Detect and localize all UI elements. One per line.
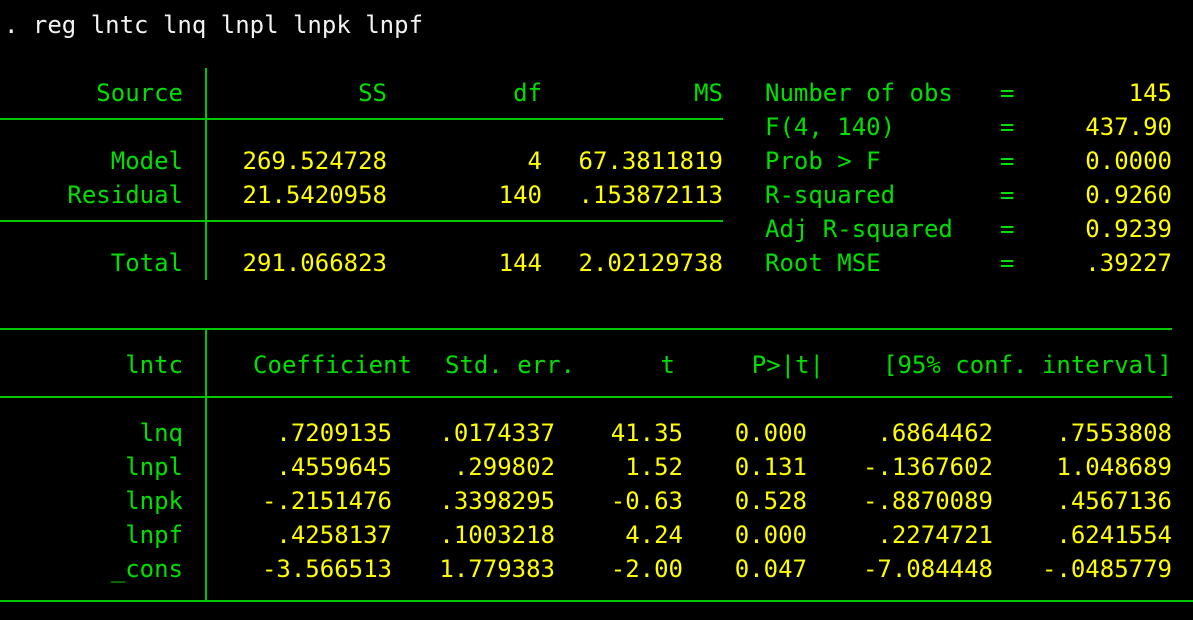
coef-row-ci-high: .4567136 — [1056, 487, 1172, 515]
anova-row-ms-residual: .153872113 — [578, 181, 724, 209]
stat-equals-f-statistic: = — [1000, 113, 1015, 141]
coef-row-p-value: 0.047 — [734, 555, 807, 583]
coef-row-term: _cons — [110, 555, 183, 583]
coef-row-p-value: 0.000 — [734, 521, 807, 549]
coef-row-ci-low: -7.084448 — [862, 555, 993, 583]
coef-row-t: 41.35 — [610, 419, 683, 447]
stat-equals-adj-r-squared: = — [1000, 215, 1015, 243]
stat-equals-prob-f: = — [1000, 147, 1015, 175]
coef-table-bottom-rule — [0, 600, 1193, 602]
anova-header-ms: MS — [694, 79, 723, 107]
coef-row-term: lnpl — [125, 453, 183, 481]
coef-row-std-err: 1.779383 — [439, 555, 555, 583]
anova-row-ss-residual: 21.5420958 — [242, 181, 388, 209]
stat-value-adj-r-squared: 0.9239 — [1085, 215, 1172, 243]
anova-row-label-model: Model — [110, 147, 183, 175]
stat-equals-root-mse: = — [1000, 249, 1015, 277]
coef-row-p-value: 0.000 — [734, 419, 807, 447]
coef-row-std-err: .0174337 — [439, 419, 555, 447]
coef-row-ci-low: .2274721 — [877, 521, 993, 549]
anova-header-rule — [0, 118, 723, 120]
stat-value-root-mse: .39227 — [1085, 249, 1172, 277]
anova-row-ms-model: 67.3811819 — [578, 147, 724, 175]
coef-row-ci-high: 1.048689 — [1056, 453, 1172, 481]
coef-row-std-err: .1003218 — [439, 521, 555, 549]
coef-row-ci-high: .6241554 — [1056, 521, 1172, 549]
anova-row-df-model: 4 — [527, 147, 542, 175]
coef-header-rule — [0, 396, 1172, 398]
coef-row-coefficient: .4258137 — [276, 521, 392, 549]
coef-table-column-separator — [205, 328, 207, 602]
anova-row-label-residual: Residual — [67, 181, 183, 209]
command-line: . reg lntc lnq lnpl lnpk lnpf — [4, 11, 424, 39]
stat-label-r-squared: R-squared — [765, 181, 896, 209]
stat-label-prob-f: Prob > F — [765, 147, 881, 175]
anova-header-source: Source — [96, 79, 183, 107]
coef-header-t: t — [660, 351, 675, 379]
coef-header-depvar: lntc — [125, 351, 183, 379]
coef-table-top-rule — [0, 328, 1172, 330]
coef-row-term: lnpf — [125, 521, 183, 549]
anova-header-ss: SS — [358, 79, 387, 107]
stat-label-root-mse: Root MSE — [765, 249, 881, 277]
coef-row-std-err: .299802 — [453, 453, 555, 481]
coef-row-t: 4.24 — [625, 521, 683, 549]
stata-console-output: . reg lntc lnq lnpl lnpk lnpf Source SS … — [0, 0, 1193, 620]
stat-value-number-of-obs: 145 — [1128, 79, 1172, 107]
anova-row-ss-model: 269.524728 — [242, 147, 388, 175]
anova-row-ss-total: 291.066823 — [242, 249, 388, 277]
stat-value-prob-f: 0.0000 — [1085, 147, 1172, 175]
stat-label-f-statistic: F(4, 140) — [765, 113, 896, 141]
coef-header-conf-interval: [95% conf. interval] — [883, 351, 1172, 379]
coef-row-t: -0.63 — [610, 487, 683, 515]
anova-total-rule — [0, 220, 723, 222]
coef-row-coefficient: .7209135 — [276, 419, 392, 447]
anova-row-ms-total: 2.02129738 — [578, 249, 724, 277]
coef-row-std-err: .3398295 — [439, 487, 555, 515]
coef-row-coefficient: .4559645 — [276, 453, 392, 481]
stat-label-number-of-obs: Number of obs — [765, 79, 953, 107]
coef-row-coefficient: -3.566513 — [261, 555, 392, 583]
stat-label-adj-r-squared: Adj R-squared — [765, 215, 953, 243]
anova-column-separator — [205, 68, 207, 280]
coef-row-ci-low: .6864462 — [877, 419, 993, 447]
coef-row-p-value: 0.131 — [734, 453, 807, 481]
anova-header-df: df — [513, 79, 542, 107]
anova-row-df-total: 144 — [498, 249, 542, 277]
stat-value-f-statistic: 437.90 — [1085, 113, 1172, 141]
anova-row-label-total: Total — [110, 249, 183, 277]
coef-row-ci-low: -.1367602 — [862, 453, 993, 481]
coef-header-p-value: P>|t| — [751, 351, 824, 379]
coef-row-t: 1.52 — [625, 453, 683, 481]
coef-row-ci-low: -.8870089 — [862, 487, 993, 515]
anova-row-df-residual: 140 — [498, 181, 542, 209]
coef-row-p-value: 0.528 — [734, 487, 807, 515]
coef-header-std-err: Std. err. — [444, 351, 575, 379]
coef-row-coefficient: -.2151476 — [261, 487, 392, 515]
stat-equals-r-squared: = — [1000, 181, 1015, 209]
coef-row-t: -2.00 — [610, 555, 683, 583]
coef-row-term: lnq — [139, 419, 183, 447]
coef-row-term: lnpk — [125, 487, 183, 515]
coef-header-coefficient: Coefficient — [253, 351, 412, 379]
coef-row-ci-high: -.0485779 — [1041, 555, 1172, 583]
stat-value-r-squared: 0.9260 — [1085, 181, 1172, 209]
stat-equals-number-of-obs: = — [1000, 79, 1015, 107]
coef-row-ci-high: .7553808 — [1056, 419, 1172, 447]
